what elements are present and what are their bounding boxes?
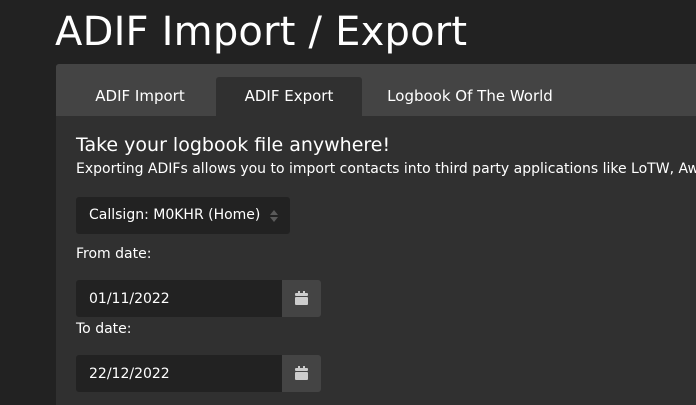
from-date-label: From date: <box>76 246 152 262</box>
export-description: Exporting ADIFs allows you to import con… <box>76 161 696 177</box>
to-date-calendar-button[interactable] <box>282 355 321 392</box>
page: ADIF Import / Export ADIF Import ADIF Ex… <box>0 0 696 405</box>
to-date-group <box>76 355 321 392</box>
page-title: ADIF Import / Export <box>55 9 468 55</box>
calendar-icon <box>295 291 308 305</box>
to-date-label: To date: <box>76 321 132 337</box>
from-date-calendar-button[interactable] <box>282 280 321 317</box>
tab-logbook-of-the-world[interactable]: Logbook Of The World <box>374 77 566 116</box>
from-date-input[interactable] <box>76 280 282 317</box>
tab-bar: ADIF Import ADIF Export Logbook Of The W… <box>56 64 696 116</box>
from-date-group <box>76 280 321 317</box>
to-date-input[interactable] <box>76 355 282 392</box>
callsign-select-value: Callsign: M0KHR (Home) <box>89 207 261 223</box>
adif-card: ADIF Import ADIF Export Logbook Of The W… <box>56 64 696 405</box>
updown-icon <box>270 210 278 222</box>
calendar-icon <box>295 366 308 380</box>
export-panel: Take your logbook file anywhere! Exporti… <box>76 132 696 392</box>
export-heading: Take your logbook file anywhere! <box>76 134 391 156</box>
callsign-select[interactable]: Callsign: M0KHR (Home) <box>76 197 290 234</box>
tab-adif-export[interactable]: ADIF Export <box>216 77 362 116</box>
tab-adif-import[interactable]: ADIF Import <box>76 77 204 116</box>
